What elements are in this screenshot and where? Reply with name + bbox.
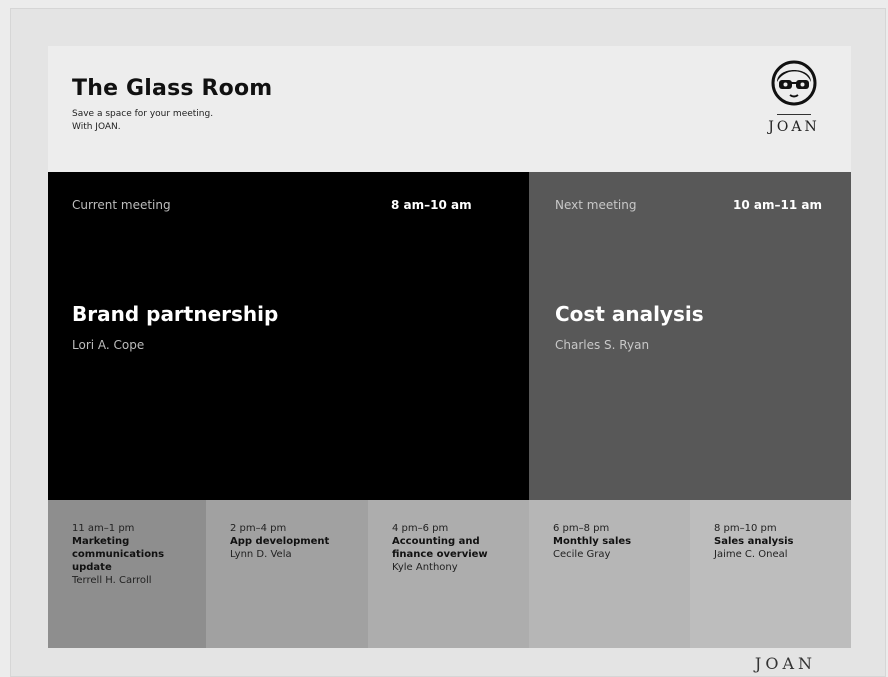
joan-device-frame: The Glass Room Save a space for your mee… xyxy=(10,8,886,677)
tagline-line-2: With JOAN. xyxy=(72,122,121,132)
tagline-line-1: Save a space for your meeting. xyxy=(72,109,214,119)
current-meeting-time: 8 am–10 am xyxy=(391,198,472,212)
room-tagline: Save a space for your meeting. With JOAN… xyxy=(72,108,213,134)
room-header: The Glass Room Save a space for your mee… xyxy=(48,46,851,172)
slot-title: App development xyxy=(230,536,330,547)
slot-title: Accounting and finance overview xyxy=(392,536,488,560)
slot-time: 8 pm–10 pm xyxy=(714,523,777,534)
slot-organizer: Lynn D. Vela xyxy=(230,549,292,560)
upcoming-meeting-slot[interactable]: 8 pm–10 pm Sales analysis Jaime C. Oneal xyxy=(690,500,851,648)
next-meeting-organizer: Charles S. Ryan xyxy=(555,338,650,352)
upcoming-meeting-slot[interactable]: 6 pm–8 pm Monthly sales Cecile Gray xyxy=(529,500,690,648)
slot-title: Marketing communications update xyxy=(72,536,165,573)
logo-divider xyxy=(777,114,811,115)
slot-time: 6 pm–8 pm xyxy=(553,523,610,534)
room-title: The Glass Room xyxy=(72,76,273,101)
slot-title: Monthly sales xyxy=(553,536,632,547)
slot-organizer: Cecile Gray xyxy=(553,549,611,560)
device-brand-wordmark: JOAN xyxy=(754,654,816,673)
logo-wordmark: JOAN xyxy=(768,119,820,135)
upcoming-meetings-strip: 11 am–1 pm Marketing communications upda… xyxy=(48,500,851,648)
slot-time: 11 am–1 pm xyxy=(72,523,135,534)
current-meeting-panel[interactable]: Current meeting 8 am–10 am Brand partner… xyxy=(48,172,529,500)
slot-organizer: Terrell H. Carroll xyxy=(72,575,152,586)
next-meeting-time: 10 am–11 am xyxy=(733,198,822,212)
next-meeting-title: Cost analysis xyxy=(555,302,704,326)
joan-logo: JOAN xyxy=(759,56,829,160)
room-display-screen: The Glass Room Save a space for your mee… xyxy=(48,46,851,648)
current-meeting-label: Current meeting xyxy=(72,198,171,212)
slot-time: 4 pm–6 pm xyxy=(392,523,449,534)
upcoming-meeting-slot[interactable]: 4 pm–6 pm Accounting and finance overvie… xyxy=(368,500,529,648)
joan-girl-glasses-icon xyxy=(771,60,817,106)
current-meeting-organizer: Lori A. Cope xyxy=(72,338,145,352)
slot-time: 2 pm–4 pm xyxy=(230,523,287,534)
slot-organizer: Jaime C. Oneal xyxy=(714,549,788,560)
next-meeting-label: Next meeting xyxy=(555,198,637,212)
upcoming-meeting-slot[interactable]: 11 am–1 pm Marketing communications upda… xyxy=(48,500,206,648)
upcoming-meeting-slot[interactable]: 2 pm–4 pm App development Lynn D. Vela xyxy=(206,500,368,648)
slot-title: Sales analysis xyxy=(714,536,794,547)
current-meeting-title: Brand partnership xyxy=(72,302,279,326)
next-meeting-panel[interactable]: Next meeting 10 am–11 am Cost analysis C… xyxy=(529,172,851,500)
slot-organizer: Kyle Anthony xyxy=(392,562,458,573)
